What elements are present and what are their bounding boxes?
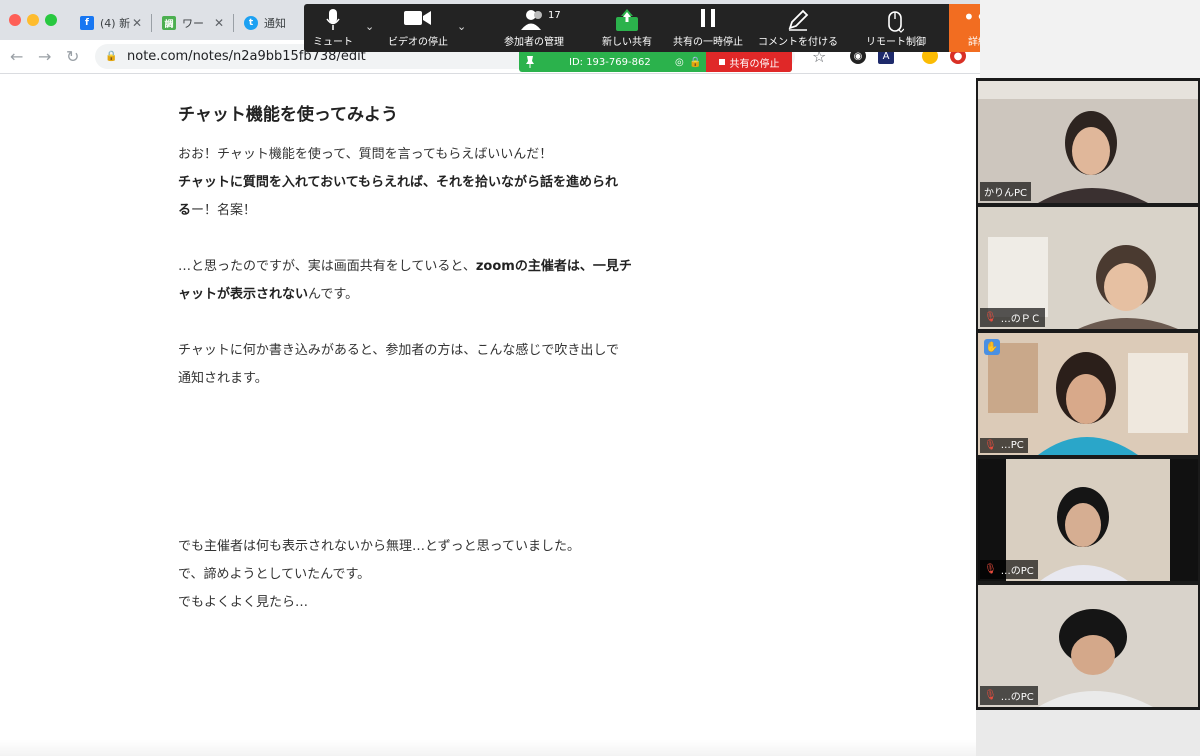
participant-video[interactable]: 🎙 …のPC bbox=[978, 459, 1198, 581]
reload-icon[interactable]: ↻ bbox=[66, 47, 79, 66]
twitter-icon: t bbox=[244, 16, 258, 30]
lock-icon: 🔒 bbox=[689, 56, 702, 68]
browser-tab-twitter[interactable]: t 通知 bbox=[238, 8, 304, 38]
lock-icon: 🔒 bbox=[105, 51, 118, 62]
zoom-share-toolbar: ミュート ⌄ ビデオの停止 ⌄ 参加者の管理 17 新しい共有 共有の一時停止 bbox=[304, 4, 1007, 52]
paragraph-line: チャットに質問を入れておいてもらえれば、それを拾いながら話を進められ bbox=[178, 175, 619, 190]
tab-label: ワー bbox=[182, 17, 204, 30]
pencil-icon bbox=[788, 9, 809, 31]
browser-tab-facebook[interactable]: f (4) 新 ✕ bbox=[74, 8, 148, 38]
pause-share-label: 共有の一時停止 bbox=[673, 37, 743, 48]
gallery-footer bbox=[976, 710, 1200, 756]
paragraph-line: るー！名案！ bbox=[178, 203, 257, 218]
paragraph-line: ャットが表示されないんです。 bbox=[178, 287, 359, 302]
participant-video[interactable]: 🎙 …のＰＣ bbox=[978, 207, 1198, 329]
remote-control-button[interactable]: リモート制御 bbox=[860, 4, 932, 52]
manage-participants-button[interactable]: 参加者の管理 bbox=[494, 4, 574, 52]
back-arrow-icon[interactable]: ← bbox=[10, 47, 23, 66]
participant-name-tag: 🎙 …のＰＣ bbox=[980, 308, 1045, 327]
paragraph-line: チャットに何か書き込みがあると、参加者の方は、こんな感じで吹き出しで bbox=[178, 343, 619, 358]
microphone-icon bbox=[326, 9, 340, 30]
paragraph-line: でも主催者は何も表示されないから無理…とずっと思っていました。 bbox=[178, 539, 580, 554]
mute-button[interactable]: ミュート bbox=[308, 4, 358, 52]
stop-video-label: ビデオの停止 bbox=[388, 37, 448, 48]
facebook-icon: f bbox=[80, 16, 94, 30]
raised-hand-icon: ✋ bbox=[984, 339, 1000, 355]
stop-square-icon bbox=[718, 59, 725, 65]
participants-icon bbox=[521, 10, 542, 30]
chevron-down-icon[interactable]: ⌄ bbox=[457, 20, 466, 33]
video-gallery: かりんPC 🎙 …のＰＣ ✋ 🎙 …PC 🎙 …のPC 🎙 …のPC bbox=[976, 78, 1200, 710]
blank-area bbox=[980, 0, 1200, 78]
paragraph-line: 通知されます。 bbox=[178, 371, 268, 386]
paragraph-line: …と思ったのですが、実は画面共有をしていると、zoomの主催者は、一見チ bbox=[178, 259, 632, 274]
annotate-label: コメントを付ける bbox=[758, 37, 838, 48]
minimize-window-button[interactable] bbox=[27, 14, 39, 26]
article-heading: チャット機能を使ってみよう bbox=[178, 105, 398, 125]
chevron-down-icon[interactable]: ⌄ bbox=[365, 20, 374, 33]
muted-mic-icon: 🎙 bbox=[984, 690, 997, 701]
video-camera-icon bbox=[404, 11, 431, 25]
participant-video[interactable]: 🎙 …のPC bbox=[978, 585, 1198, 707]
muted-mic-icon: 🎙 bbox=[984, 564, 997, 575]
forward-arrow-icon[interactable]: → bbox=[38, 47, 51, 66]
mouse-icon bbox=[888, 11, 904, 33]
share-screen-icon bbox=[616, 9, 638, 31]
participant-video[interactable]: かりんPC bbox=[978, 81, 1198, 203]
paragraph-line: でもよくよく見たら… bbox=[178, 595, 309, 610]
paragraph-line: おお！チャット機能を使って、質問を言ってもらえばいいんだ！ bbox=[178, 147, 553, 162]
mute-label: ミュート bbox=[313, 37, 353, 48]
participant-name-tag: 🎙 …のPC bbox=[980, 686, 1038, 705]
close-window-button[interactable] bbox=[9, 14, 21, 26]
stop-share-button[interactable]: 共有の停止 bbox=[706, 52, 792, 72]
new-share-button[interactable]: 新しい共有 bbox=[594, 4, 660, 52]
maximize-window-button[interactable] bbox=[45, 14, 57, 26]
browser-tab-note[interactable]: 調 ワー ✕ bbox=[156, 8, 230, 38]
muted-mic-icon: 🎙 bbox=[984, 312, 997, 323]
remote-control-label: リモート制御 bbox=[866, 37, 926, 48]
article-body: チャット機能を使ってみよう おお！チャット機能を使って、質問を言ってもらえばいい… bbox=[178, 100, 668, 617]
participant-video[interactable]: ✋ 🎙 …PC bbox=[978, 333, 1198, 455]
close-tab-icon[interactable]: ✕ bbox=[132, 16, 142, 30]
manage-participants-label: 参加者の管理 bbox=[504, 37, 564, 48]
participant-name-tag: 🎙 …PC bbox=[980, 438, 1028, 453]
new-share-label: 新しい共有 bbox=[602, 37, 652, 48]
stop-video-button[interactable]: ビデオの停止 bbox=[382, 4, 454, 52]
stop-share-label: 共有の停止 bbox=[729, 58, 780, 70]
note-icon: 調 bbox=[162, 16, 176, 30]
close-tab-icon[interactable]: ✕ bbox=[214, 16, 224, 30]
pause-icon bbox=[701, 9, 715, 27]
participant-silhouette bbox=[978, 333, 1198, 455]
meeting-id: ID: 193-769-862 bbox=[569, 56, 651, 68]
participant-count: 17 bbox=[548, 10, 561, 21]
tab-label: 通知 bbox=[264, 17, 286, 30]
tab-label: (4) 新 bbox=[100, 17, 131, 30]
meeting-info-bar: ID: 193-769-862 ◎ 🔒 共有の停止 bbox=[519, 52, 792, 72]
participant-name-tag: 🎙 …のPC bbox=[980, 560, 1038, 579]
muted-mic-icon: 🎙 bbox=[984, 440, 997, 451]
pin-icon bbox=[526, 56, 534, 68]
connection-icon: ◎ bbox=[675, 56, 684, 68]
paragraph-line: で、諦めようとしていたんです。 bbox=[178, 567, 371, 582]
participant-name-tag: かりんPC bbox=[980, 182, 1032, 201]
pause-share-button[interactable]: 共有の一時停止 bbox=[668, 4, 748, 52]
annotate-button[interactable]: コメントを付ける bbox=[754, 4, 842, 52]
